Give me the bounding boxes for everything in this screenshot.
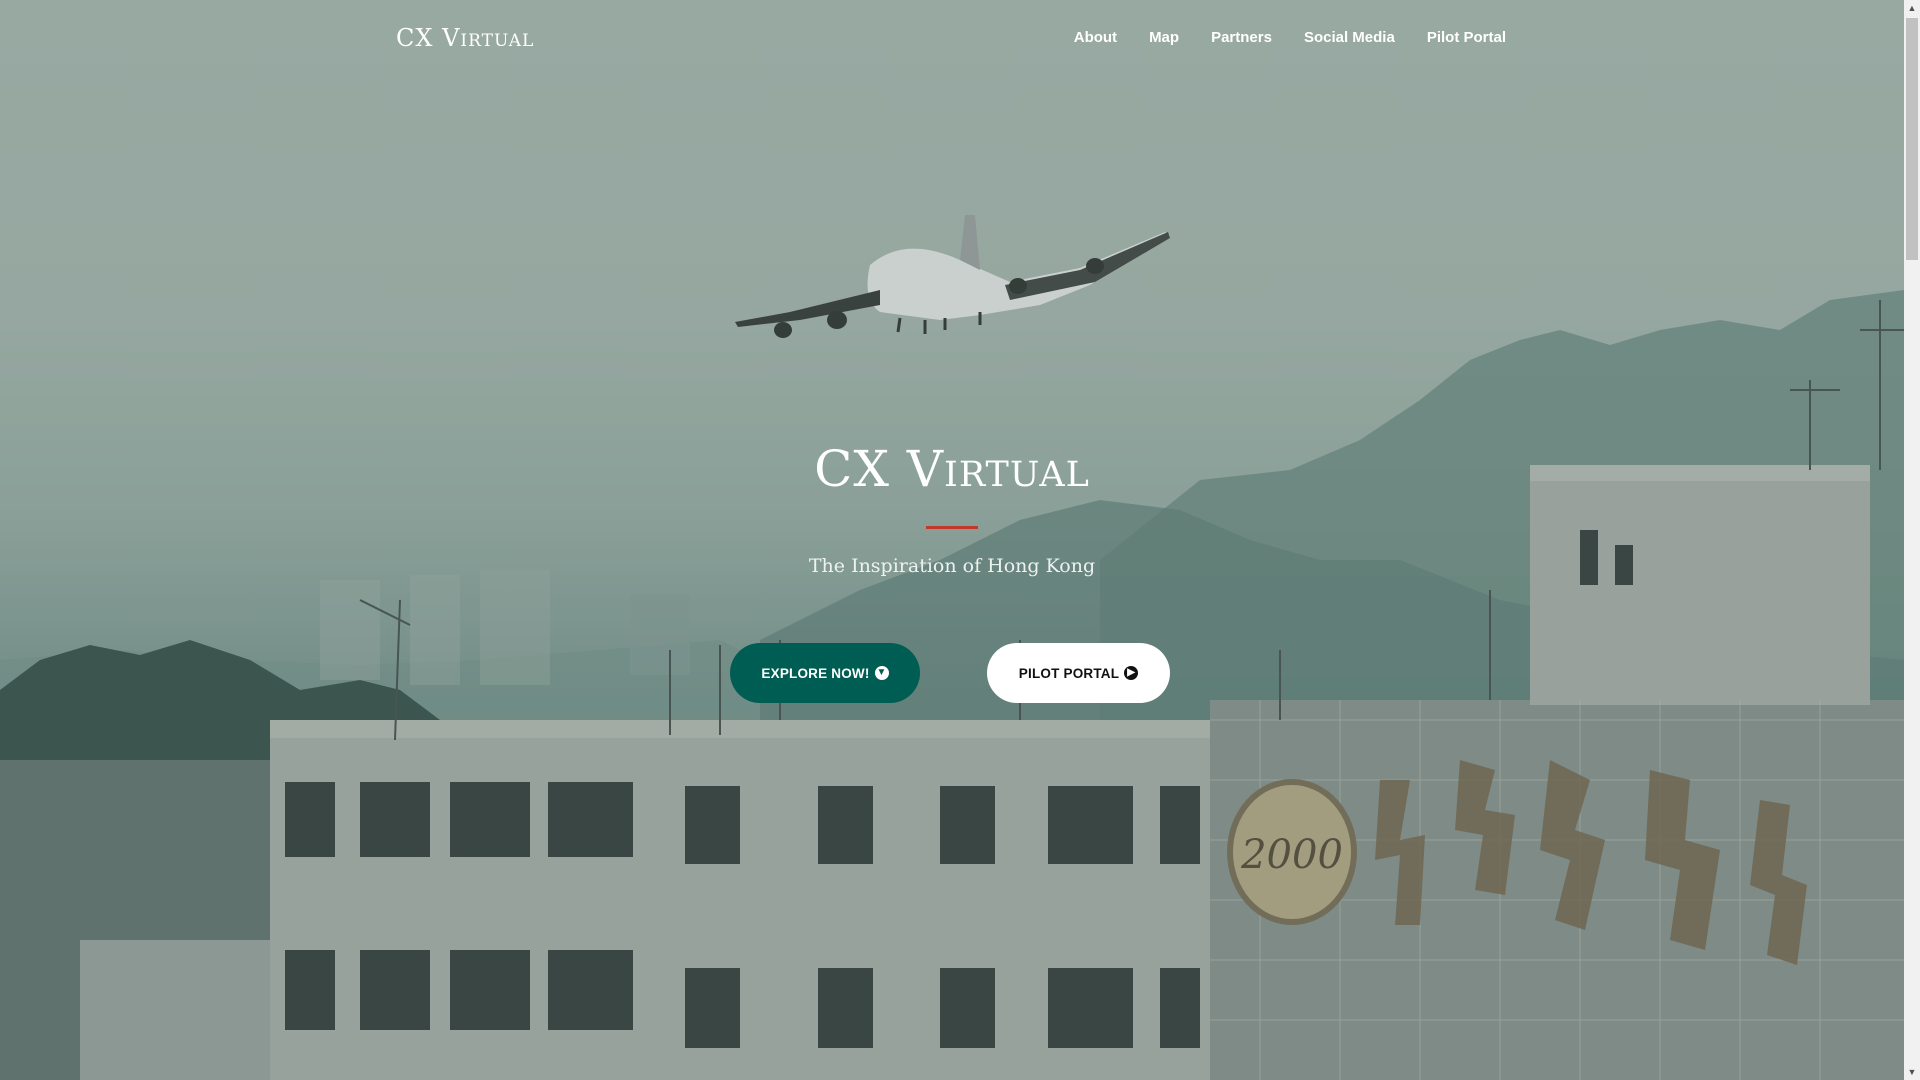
nav-item-partners: Partners — [1211, 29, 1272, 47]
hero-title: CX Virtual — [814, 440, 1090, 498]
nav-link-about[interactable]: About — [1074, 29, 1117, 46]
hero-button-row: EXPLORE NOW! ▼ PILOT PORTAL ▶ — [0, 643, 1904, 703]
pilot-portal-button[interactable]: PILOT PORTAL ▶ — [987, 643, 1170, 703]
hero-section: 2000 CX Virtual About Map Partners Socia… — [0, 0, 1904, 1080]
brand-logo-link[interactable]: CX Virtual — [396, 24, 534, 52]
scroll-down-arrow-icon[interactable]: ▼ — [1904, 1064, 1920, 1080]
arrow-circle-right-icon: ▶ — [1124, 666, 1139, 680]
pilot-portal-label: PILOT PORTAL — [1018, 665, 1120, 681]
browser-viewport: 2000 CX Virtual About Map Partners Socia… — [0, 0, 1920, 1080]
nav-item-social-media: Social Media — [1304, 29, 1395, 47]
explore-now-label: EXPLORE NOW! — [761, 665, 870, 681]
nav-menu: About Map Partners Social Media Pilot Po… — [1074, 29, 1506, 47]
arrow-circle-down-icon: ▼ — [874, 666, 889, 680]
hero-subtitle: The Inspiration of Hong Kong — [808, 555, 1096, 577]
top-navbar: CX Virtual About Map Partners Social Med… — [0, 0, 1904, 80]
scrollbar-thumb[interactable] — [1906, 18, 1918, 260]
nav-item-map: Map — [1149, 29, 1179, 47]
page-scrollbar[interactable]: ▲ ▼ — [1904, 0, 1920, 1080]
title-divider — [926, 526, 978, 529]
nav-link-social-media[interactable]: Social Media — [1304, 29, 1395, 46]
nav-link-pilot-portal[interactable]: Pilot Portal — [1427, 29, 1506, 46]
hero-content: CX Virtual The Inspiration of Hong Kong — [0, 440, 1904, 577]
nav-item-pilot-portal: Pilot Portal — [1427, 29, 1506, 47]
scroll-up-arrow-icon[interactable]: ▲ — [1904, 0, 1920, 16]
explore-now-button[interactable]: EXPLORE NOW! ▼ — [730, 643, 920, 703]
nav-link-map[interactable]: Map — [1149, 29, 1179, 46]
nav-link-partners[interactable]: Partners — [1211, 29, 1272, 46]
nav-item-about: About — [1074, 29, 1117, 47]
